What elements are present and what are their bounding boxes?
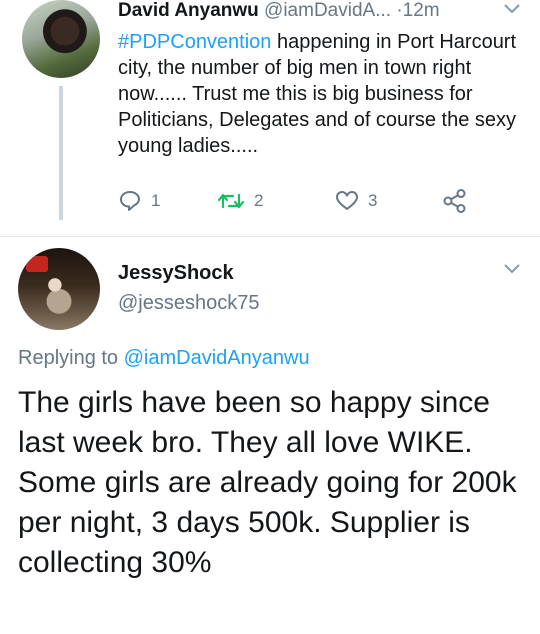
thread-connector: [59, 86, 63, 220]
author-handle[interactable]: @iamDavidA...: [264, 0, 391, 21]
mention-link[interactable]: @iamDavidAnyanwu: [124, 347, 310, 369]
tweet-text: The girls have been so happy since last …: [18, 383, 533, 583]
retweet-button[interactable]: 2: [217, 186, 263, 216]
avatar[interactable]: [22, 0, 100, 78]
reply-button[interactable]: 1: [118, 186, 160, 216]
tweet-header: David Anyanwu @iamDavidA... ·12m: [118, 0, 528, 26]
retweet-count: 2: [254, 191, 264, 210]
like-button[interactable]: 3: [335, 186, 377, 216]
heart-icon: [335, 189, 359, 213]
reply-icon: [118, 189, 142, 213]
tweet-original[interactable]: David Anyanwu @iamDavidA... ·12m #PDPCon…: [0, 0, 540, 232]
retweet-icon: [217, 189, 245, 213]
author-name[interactable]: JessyShock: [118, 262, 234, 285]
chevron-down-icon[interactable]: [502, 262, 522, 276]
author-name[interactable]: David Anyanwu: [118, 0, 259, 21]
timestamp[interactable]: 12m: [403, 0, 440, 21]
replying-to: Replying to @iamDavidAnyanwu: [18, 347, 310, 370]
share-button[interactable]: [442, 186, 468, 216]
tweet-text: #PDPConvention happening in Port Harcour…: [118, 29, 528, 159]
tweet-actions: 1 2 3: [118, 186, 518, 216]
hashtag-link[interactable]: #PDPConvention: [118, 31, 271, 53]
tweet-text-line: Some girls are already going for 200k pe…: [18, 466, 517, 579]
reply-count: 1: [151, 191, 161, 210]
share-icon: [442, 188, 468, 214]
divider: [0, 236, 540, 237]
author-handle[interactable]: @jesseshock75: [118, 292, 259, 315]
like-count: 3: [368, 191, 378, 210]
avatar[interactable]: [18, 248, 100, 330]
chevron-down-icon[interactable]: [502, 2, 522, 16]
tweet-text-line: The girls have been so happy since last …: [18, 386, 490, 459]
replying-to-label: Replying to: [18, 347, 124, 369]
